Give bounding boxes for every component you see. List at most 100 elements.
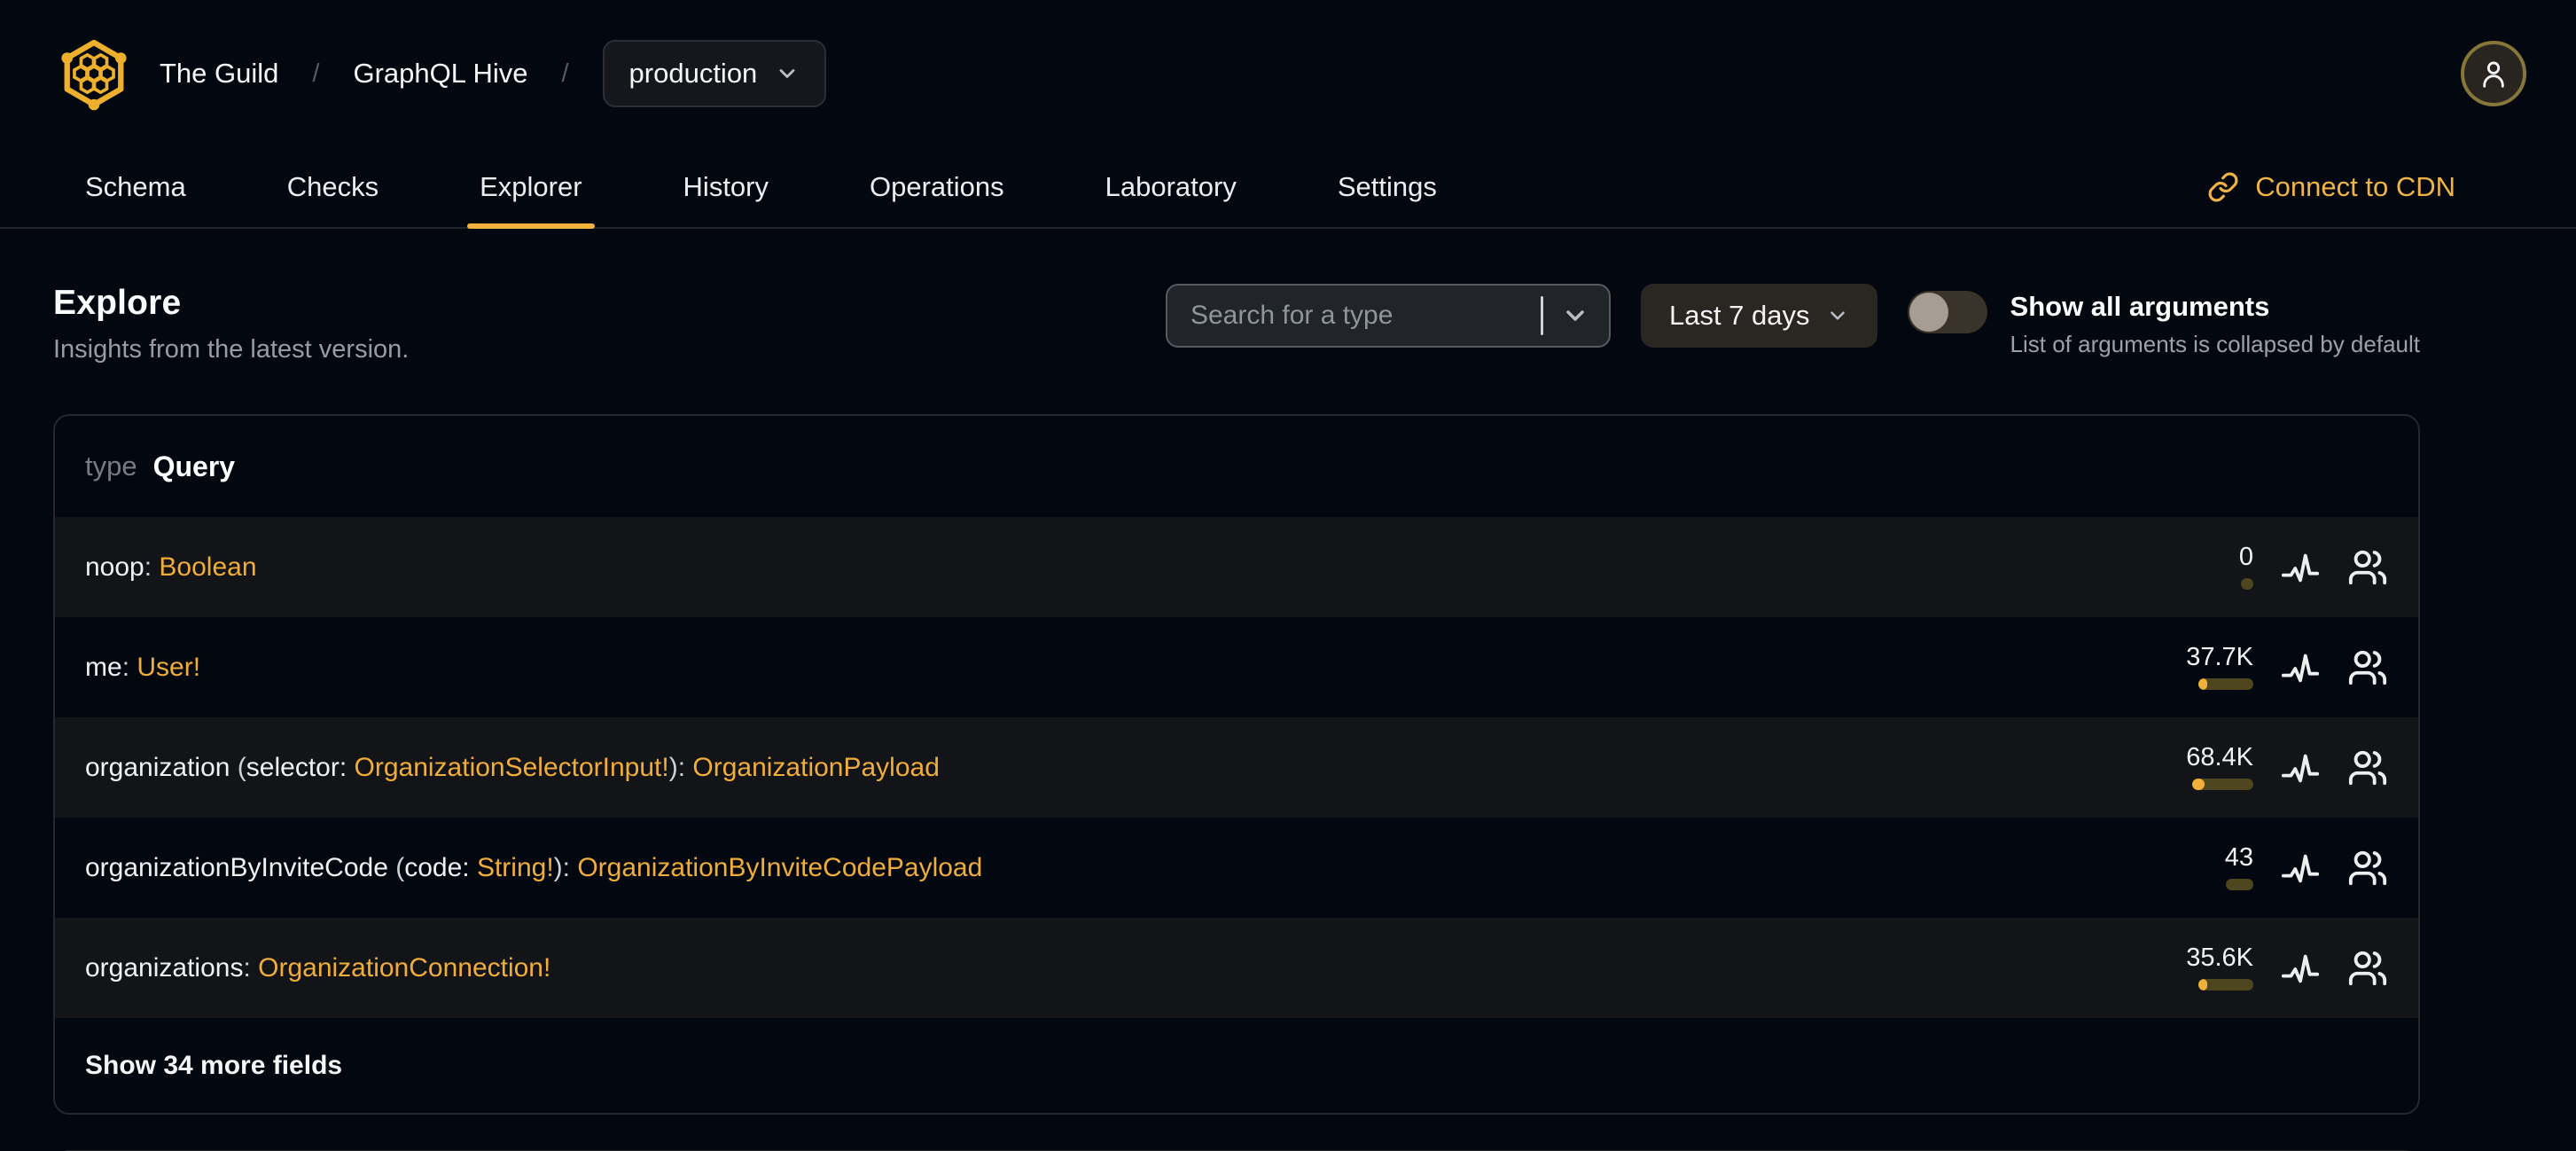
field-name: organizations	[85, 952, 244, 983]
users-icon	[2348, 951, 2387, 985]
type-search-combobox[interactable]	[1165, 284, 1611, 348]
request-count: 0	[2238, 543, 2253, 571]
show-all-arguments-toggle[interactable]	[1907, 291, 1987, 333]
connect-to-cdn-label: Connect to CDN	[2255, 171, 2455, 202]
type-card: type Query noop: Boolean 0 me: User! 37.7K o…	[53, 414, 2420, 1115]
field-row: me: User! 37.7K	[55, 617, 2418, 717]
breadcrumb-org[interactable]: The Guild	[160, 58, 278, 90]
search-input[interactable]	[1190, 301, 1534, 331]
clients-button[interactable]	[2347, 748, 2388, 788]
requests-over-time-button[interactable]	[2280, 948, 2321, 989]
field-name: noop	[85, 552, 144, 582]
clients-button[interactable]	[2347, 848, 2388, 889]
requests-over-time-button[interactable]	[2280, 547, 2321, 588]
argument-type-link[interactable]: String!	[477, 853, 554, 882]
activity-icon	[2281, 654, 2320, 682]
breadcrumb: The Guild / GraphQL Hive / production	[160, 40, 827, 107]
usage-bar	[2198, 979, 2253, 990]
type-card-header: type Query	[55, 416, 2418, 517]
field-stats: 35.6K	[2103, 945, 2388, 990]
requests-over-time-button[interactable]	[2280, 848, 2321, 889]
request-count-block: 0	[2103, 544, 2253, 590]
field-name: organization	[85, 752, 230, 782]
users-icon	[2348, 850, 2387, 885]
argument-type-link[interactable]: OrganizationSelectorInput!	[355, 753, 669, 782]
clients-button[interactable]	[2347, 948, 2388, 989]
requests-over-time-button[interactable]	[2280, 748, 2321, 788]
user-icon	[2483, 61, 2504, 88]
tab-checks[interactable]: Checks	[280, 147, 386, 227]
chevron-down-icon	[1830, 311, 1845, 320]
field-name: organizationByInviteCode	[85, 852, 388, 882]
target-selector-label: production	[628, 58, 758, 89]
field-name: me	[85, 652, 122, 682]
usage-bar	[2226, 879, 2253, 890]
users-icon	[2348, 750, 2387, 785]
main-content: Explore Insights from the latest version…	[0, 229, 2576, 1151]
show-more-fields-button[interactable]: Show 34 more fields	[55, 1018, 2418, 1113]
field-row: noop: Boolean 0	[55, 517, 2418, 617]
chevron-down-icon	[779, 69, 795, 78]
clients-button[interactable]	[2347, 547, 2388, 588]
combobox-separator	[1540, 296, 1543, 335]
usage-bar	[2192, 779, 2253, 790]
field-stats: 43	[2103, 845, 2388, 890]
breadcrumb-project[interactable]: GraphQL Hive	[353, 58, 527, 90]
request-count-block: 35.6K	[2103, 945, 2253, 990]
breadcrumb-separator: /	[561, 59, 569, 88]
toggle-labels: Show all arguments List of arguments is …	[2010, 291, 2420, 358]
tab-laboratory[interactable]: Laboratory	[1098, 147, 1244, 227]
link-icon	[2208, 172, 2238, 202]
requests-over-time-button[interactable]	[2280, 647, 2321, 688]
return-type-link[interactable]: OrganizationByInviteCodePayload	[577, 853, 982, 882]
request-count: 43	[2224, 843, 2253, 872]
hive-app: The Guild / GraphQL Hive / production Sc…	[0, 0, 2576, 1151]
connect-to-cdn-link[interactable]: Connect to CDN	[2207, 147, 2455, 227]
tab-schema[interactable]: Schema	[78, 147, 193, 227]
activity-icon	[2281, 553, 2320, 582]
field-stats: 37.7K	[2103, 645, 2388, 690]
clients-button[interactable]	[2347, 647, 2388, 688]
field-signature: noop: Boolean	[85, 552, 257, 582]
toggle-knob	[1909, 293, 1948, 332]
tab-explorer[interactable]: Explorer	[467, 147, 596, 229]
field-signature: organizations: OrganizationConnection!	[85, 952, 551, 983]
return-type-link[interactable]: OrganizationConnection!	[258, 953, 550, 983]
activity-icon	[2281, 754, 2320, 782]
toggle-description: List of arguments is collapsed by defaul…	[2010, 331, 2420, 357]
activity-icon	[2281, 954, 2320, 983]
usage-bar	[2241, 578, 2253, 590]
tab-history[interactable]: History	[676, 147, 776, 227]
return-type-link[interactable]: Boolean	[159, 552, 256, 582]
breadcrumb-separator: /	[312, 59, 320, 88]
usage-bar	[2198, 678, 2253, 690]
arguments-toggle-group: Show all arguments List of arguments is …	[1907, 284, 2420, 358]
argument-name: code:	[404, 852, 477, 882]
request-count: 37.7K	[2186, 643, 2253, 671]
field-row: organizationByInviteCode (code: String!)…	[55, 818, 2418, 918]
field-stats: 0	[2103, 544, 2388, 590]
header: The Guild / GraphQL Hive / production	[0, 0, 2576, 147]
field-signature: organization (selector: OrganizationSele…	[85, 752, 940, 782]
request-count: 35.6K	[2186, 944, 2253, 972]
field-row: organizations: OrganizationConnection! 35…	[55, 918, 2418, 1018]
field-row: organization (selector: OrganizationSele…	[55, 717, 2418, 818]
type-name: Query	[152, 450, 236, 482]
hive-logo-icon[interactable]	[53, 36, 135, 111]
return-type-link[interactable]: User!	[137, 653, 200, 682]
user-menu-button[interactable]	[2461, 41, 2526, 106]
tab-settings[interactable]: Settings	[1331, 147, 1444, 227]
toolbar: Last 7 days Show all arguments List of a…	[1165, 284, 2420, 358]
return-type-link[interactable]: OrganizationPayload	[692, 753, 940, 782]
tab-bar: Schema Checks Explorer History Operation…	[0, 147, 2576, 229]
page-title: Explore	[53, 284, 182, 322]
page-subtitle: Insights from the latest version.	[53, 335, 410, 364]
tab-operations[interactable]: Operations	[863, 147, 1011, 227]
target-selector-button[interactable]: production	[602, 40, 827, 107]
request-count: 68.4K	[2186, 743, 2253, 771]
chevron-down-icon[interactable]	[1561, 301, 1589, 330]
users-icon	[2348, 550, 2387, 584]
date-range-button[interactable]: Last 7 days	[1640, 284, 1877, 348]
field-signature: organizationByInviteCode (code: String!)…	[85, 852, 983, 882]
date-range-label: Last 7 days	[1668, 300, 1810, 331]
